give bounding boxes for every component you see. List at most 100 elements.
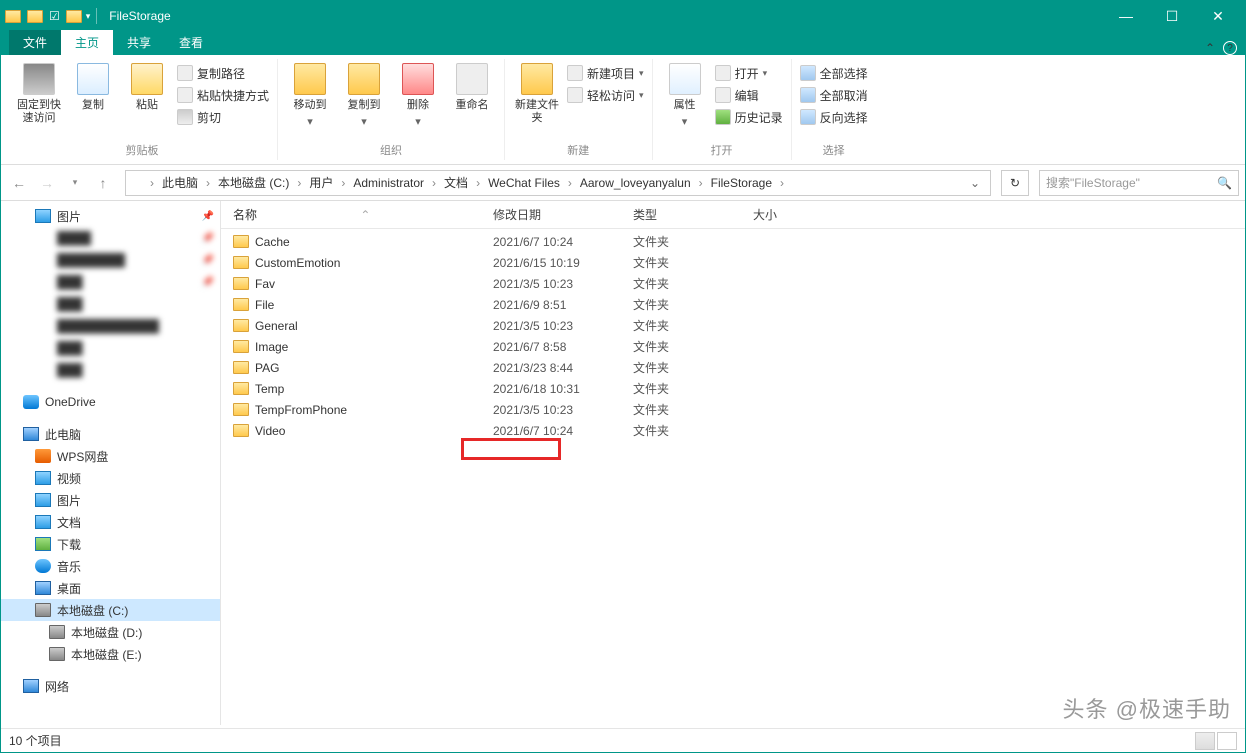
invert-selection-button[interactable]: 反向选择 [800,107,868,127]
select-none-button[interactable]: 全部取消 [800,85,868,105]
paste-shortcut-button[interactable]: 粘贴快捷方式 [177,85,269,105]
help-icon[interactable]: ? [1223,41,1237,55]
easy-access-button[interactable]: 轻松访问 ▾ [567,85,644,105]
sidebar-item-drive-d[interactable]: 本地磁盘 (D:) [1,621,220,643]
folder-icon [233,298,249,311]
search-box[interactable]: 🔍 [1039,170,1239,196]
qat-check-icon[interactable]: ☑ [49,9,60,23]
breadcrumb[interactable]: › 此电脑› 本地磁盘 (C:)› 用户› Administrator› 文档›… [125,170,991,196]
breadcrumb-dropdown-icon[interactable]: ⌄ [964,176,986,190]
new-folder-button[interactable]: 新建文件夹 [513,63,561,125]
sidebar-item-pictures2[interactable]: 图片 [1,489,220,511]
file-row[interactable]: Temp2021/6/18 10:31文件夹 [221,378,1245,399]
crumb-docs[interactable]: 文档 [440,174,472,191]
qat-icon-1[interactable] [27,10,43,23]
copy-to-button[interactable]: 复制到▾ [340,63,388,129]
back-button[interactable]: ← [7,171,31,195]
view-details-icon[interactable] [1195,732,1215,750]
file-type: 文件夹 [633,233,753,250]
properties-button[interactable]: 属性▾ [661,63,709,129]
forward-button[interactable]: → [35,171,59,195]
file-list[interactable]: 名称 ⌃ 修改日期 类型 大小 Cache2021/6/7 10:24文件夹Cu… [221,201,1245,725]
sidebar-item-drive-c[interactable]: 本地磁盘 (C:) [1,599,220,621]
qat-icon-2[interactable] [66,10,82,23]
file-date: 2021/3/5 10:23 [493,277,633,291]
open-button[interactable]: 打开 ▾ [715,63,783,83]
rename-button[interactable]: 重命名 [448,63,496,112]
select-group-label: 选择 [823,142,845,160]
select-all-button[interactable]: 全部选择 [800,63,868,83]
sidebar-item-video[interactable]: 视频 [1,467,220,489]
tab-home[interactable]: 主页 [61,30,113,55]
sidebar-item-this-pc[interactable]: 此电脑 [1,423,220,445]
file-row[interactable]: Video2021/6/7 10:24文件夹 [221,420,1245,441]
sidebar-item-pictures[interactable]: 图片📌 [1,205,220,227]
search-icon[interactable]: 🔍 [1217,176,1232,190]
sidebar[interactable]: 图片📌 ████📌 ████████📌 ███📌 ███ ███████████… [1,201,221,725]
crumb-drive-c[interactable]: 本地磁盘 (C:) [214,174,293,191]
ribbon-collapse-icon[interactable]: ⌃ [1205,41,1215,55]
close-button[interactable]: ✕ [1195,1,1241,31]
sidebar-item-music[interactable]: 音乐 [1,555,220,577]
file-row[interactable]: CustomEmotion2021/6/15 10:19文件夹 [221,252,1245,273]
up-button[interactable]: ↑ [91,171,115,195]
maximize-button[interactable]: ☐ [1149,1,1195,31]
file-row[interactable]: Cache2021/6/7 10:24文件夹 [221,231,1245,252]
column-size[interactable]: 大小 [753,206,833,223]
copy-button[interactable]: 复制 [69,63,117,112]
file-row[interactable]: General2021/3/5 10:23文件夹 [221,315,1245,336]
file-row[interactable]: Image2021/6/7 8:58文件夹 [221,336,1245,357]
sidebar-item-hidden[interactable]: ███ [1,359,220,381]
crumb-admin[interactable]: Administrator [349,176,428,190]
crumb-aarow[interactable]: Aarow_loveyanyalun [576,176,695,190]
folder-icon [233,403,249,416]
edit-button[interactable]: 编辑 [715,85,783,105]
tab-view[interactable]: 查看 [165,30,217,55]
column-date[interactable]: 修改日期 [493,206,633,223]
folder-icon [233,424,249,437]
history-button[interactable]: 历史记录 [715,107,783,127]
chevron-icon[interactable]: › [148,176,156,190]
sidebar-item-wps[interactable]: WPS网盘 [1,445,220,467]
paste-button[interactable]: 粘贴 [123,63,171,112]
sidebar-item-hidden[interactable]: ███ [1,337,220,359]
new-item-button[interactable]: 新建项目 ▾ [567,63,644,83]
sidebar-item-hidden[interactable]: ███ [1,293,220,315]
sidebar-item-hidden[interactable]: ████████████ [1,315,220,337]
tab-share[interactable]: 共享 [113,30,165,55]
move-to-button[interactable]: 移动到▾ [286,63,334,129]
crumb-filestorage[interactable]: FileStorage [707,176,776,190]
copy-path-button[interactable]: 复制路径 [177,63,269,83]
crumb-wechat[interactable]: WeChat Files [484,176,564,190]
sidebar-item-downloads[interactable]: 下载 [1,533,220,555]
column-type[interactable]: 类型 [633,206,753,223]
tab-file[interactable]: 文件 [9,30,61,55]
column-name[interactable]: 名称 ⌃ [233,206,493,223]
qat-dropdown-icon[interactable]: ▾ [86,11,91,22]
refresh-button[interactable]: ↻ [1001,170,1029,196]
sidebar-item-hidden[interactable]: ████████📌 [1,249,220,271]
sidebar-item-hidden[interactable]: ████📌 [1,227,220,249]
sidebar-item-hidden[interactable]: ███📌 [1,271,220,293]
folder-icon [233,277,249,290]
file-row[interactable]: File2021/6/9 8:51文件夹 [221,294,1245,315]
sidebar-item-desktop[interactable]: 桌面 [1,577,220,599]
file-row[interactable]: Fav2021/3/5 10:23文件夹 [221,273,1245,294]
sidebar-item-drive-e[interactable]: 本地磁盘 (E:) [1,643,220,665]
recent-dropdown[interactable]: ▾ [63,171,87,195]
crumb-users[interactable]: 用户 [305,174,337,191]
sidebar-item-onedrive[interactable]: OneDrive [1,391,220,413]
sidebar-item-network[interactable]: 网络 [1,675,220,697]
crumb-this-pc[interactable]: 此电脑 [158,174,202,191]
file-type: 文件夹 [633,338,753,355]
cut-button[interactable]: 剪切 [177,107,269,127]
pin-button[interactable]: 固定到快速访问 [15,63,63,125]
minimize-button[interactable]: — [1103,1,1149,31]
sidebar-item-docs[interactable]: 文档 [1,511,220,533]
search-input[interactable] [1046,176,1217,190]
view-large-icon[interactable] [1217,732,1237,750]
drive-icon [35,603,51,617]
file-row[interactable]: PAG2021/3/23 8:44文件夹 [221,357,1245,378]
file-row[interactable]: TempFromPhone2021/3/5 10:23文件夹 [221,399,1245,420]
delete-button[interactable]: 删除▾ [394,63,442,129]
